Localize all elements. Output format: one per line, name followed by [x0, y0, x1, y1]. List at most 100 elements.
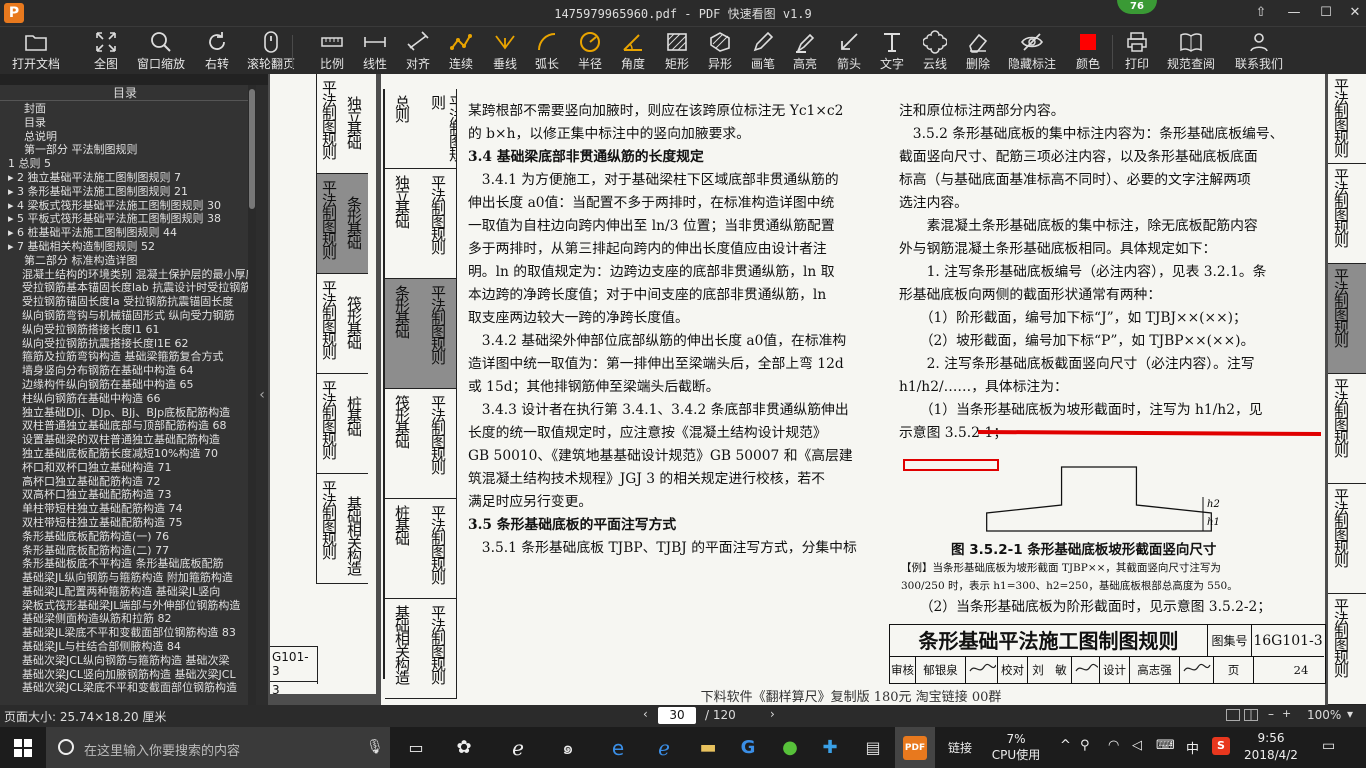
maximize-button[interactable]: ☐ — [1313, 3, 1339, 23]
folder-app-icon[interactable]: ▤ — [855, 727, 891, 768]
toc-item[interactable]: ▸ 3 条形基础平法施工图制图规则 21 — [0, 185, 248, 199]
cpu-usage-widget[interactable]: 7% CPU使用 — [985, 731, 1047, 763]
close-button[interactable]: ✕ — [1342, 3, 1366, 23]
tray-expand-icon[interactable]: ^ — [1060, 738, 1071, 753]
toc-item[interactable]: 纵向钢筋弯钩与机械锚固形式 纵向受力钢筋 — [0, 309, 248, 323]
toc-item[interactable]: 单柱带短柱独立基础配筋构造 74 — [0, 502, 248, 516]
toc-item[interactable]: 第二部分 标准构造详图 — [0, 254, 248, 268]
keyboard-icon[interactable]: ⌨ — [1156, 738, 1175, 753]
toc-item[interactable]: 基础梁侧面构造纵筋和拉筋 82 — [0, 612, 248, 626]
ie-icon[interactable]: ℯ — [646, 727, 682, 768]
zoom-in-button[interactable]: + — [1282, 707, 1291, 720]
toc-item[interactable]: ▸ 4 梁板式筏形基础平法施工图制图规则 30 — [0, 199, 248, 213]
minimize-button[interactable]: — — [1281, 3, 1307, 23]
toc-item[interactable]: 混凝土结构的环境类别 混凝土保护层的最小厚度 — [0, 268, 248, 282]
toolbar-button-21[interactable]: 删除 — [960, 27, 996, 75]
toolbar-button-13[interactable]: 角度 — [615, 27, 651, 75]
toc-item[interactable]: 基础梁JL纵向钢筋与箍筋构造 附加箍筋构造 — [0, 571, 248, 585]
toc-item[interactable]: 墙身竖向分布钢筋在基础中构造 64 — [0, 364, 248, 378]
toc-item[interactable]: 目录 — [0, 116, 248, 130]
toc-item[interactable]: 梁板式筏形基础梁JL端部与外伸部位钢筋构造 — [0, 599, 248, 613]
toc-item[interactable]: 独立基础DJj、DJp、BJj、BJp底板配筋构造 — [0, 406, 248, 420]
toolbar-button-22[interactable]: 隐藏标注 — [1005, 27, 1059, 75]
toolbar-button-23[interactable]: 颜色 — [1070, 27, 1106, 75]
toc-item[interactable]: 条形基础底板配筋构造(一) 76 — [0, 530, 248, 544]
toc-item[interactable]: 边缘构件纵向钢筋在基础中构造 65 — [0, 378, 248, 392]
toolbar-button-2[interactable]: 全图 — [86, 27, 126, 75]
toc-item[interactable]: ▸ 6 桩基础平法施工图制图规则 44 — [0, 226, 248, 240]
toc-item[interactable]: 基础次梁JCL梁底不平和变截面部位钢筋构造 — [0, 681, 248, 695]
double-page-view-icon[interactable] — [1244, 709, 1258, 721]
microphone-icon[interactable]: 🎙 — [366, 739, 384, 755]
toolbar-button-8[interactable]: 对齐 — [400, 27, 436, 75]
toc-scrollbar[interactable] — [248, 85, 256, 705]
single-page-view-icon[interactable] — [1226, 709, 1240, 721]
toolbar-button-17[interactable]: 高亮 — [787, 27, 823, 75]
toolbar-button-1[interactable]: 打开文档 — [10, 27, 62, 75]
toc-item[interactable]: 纵向受拉钢筋搭接长度l1 61 — [0, 323, 248, 337]
prev-page-button[interactable]: ‹ — [643, 707, 648, 721]
toc-scroll-thumb[interactable] — [249, 89, 255, 209]
spiral-app-icon[interactable]: ๑ — [550, 727, 586, 768]
toolbar-button-10[interactable]: 垂线 — [487, 27, 523, 75]
ie-browser-icon[interactable]: ℯ — [500, 727, 536, 768]
taskbar-search-box[interactable]: 在这里输入你要搜索的内容 🎙 — [46, 727, 390, 768]
network-icon[interactable]: ⚲ — [1080, 738, 1090, 753]
clock[interactable]: 9:56 2018/4/2 — [1240, 730, 1302, 764]
ime-indicator[interactable]: 中 — [1186, 738, 1199, 757]
toolbar-button-16[interactable]: 画笔 — [745, 27, 781, 75]
notification-center-icon[interactable]: ▭ — [1322, 738, 1335, 754]
toc-item[interactable]: 高杯口独立基础配筋构造 72 — [0, 475, 248, 489]
toc-item[interactable]: 封面 — [0, 102, 248, 116]
next-page-button[interactable]: › — [770, 707, 775, 721]
toc-item[interactable]: 基础梁JL梁底不平和变截面部位钢筋构造 83 — [0, 626, 248, 640]
toc-item[interactable]: 独立基础底板配筋长度减短10%构造 70 — [0, 447, 248, 461]
toc-item[interactable]: ▸ 7 基础相关构造制图规则 52 — [0, 240, 248, 254]
toc-item[interactable]: 双柱带短柱独立基础配筋构造 75 — [0, 516, 248, 530]
windows-start-icon[interactable] — [0, 727, 46, 768]
toolbar-button-6[interactable]: 比例 — [314, 27, 350, 75]
toolbar-button-9[interactable]: 连续 — [443, 27, 479, 75]
toolbar-button-25[interactable]: 规范查阅 — [1165, 27, 1217, 75]
file-explorer-icon[interactable]: ▬ — [690, 727, 726, 768]
toc-item[interactable]: 双柱普通独立基础底部与顶部配筋构造 68 — [0, 419, 248, 433]
zoom-level[interactable]: 100% — [1307, 708, 1341, 722]
toolbar-button-7[interactable]: 线性 — [357, 27, 393, 75]
toolbar-button-15[interactable]: 异形 — [702, 27, 738, 75]
fan-app-icon[interactable]: ✿ — [446, 727, 482, 768]
toc-item[interactable]: ▸ 5 平板式筏形基础平法施工图制图规则 38 — [0, 212, 248, 226]
toc-item[interactable]: 柱纵向钢筋在基础中构造 66 — [0, 392, 248, 406]
toc-item[interactable]: 基础次梁JCL纵向钢筋与箍筋构造 基础次梁 — [0, 654, 248, 668]
document-viewer[interactable]: 平法制图规则 独立基础 平法制图规则 条形基础 平法制图规则 筏形基础 平法制图规则 桩基础平… — [268, 74, 1366, 705]
toc-item[interactable]: ▸ 2 独立基础平法施工图制图规则 7 — [0, 171, 248, 185]
green-app-icon[interactable]: ● — [772, 727, 808, 768]
blue-app-icon[interactable]: ✚ — [812, 727, 848, 768]
red-rectangle-annotation[interactable] — [903, 459, 999, 471]
toolbar-button-18[interactable]: 箭头 — [831, 27, 867, 75]
toolbar-button-24[interactable]: 打印 — [1119, 27, 1155, 75]
edge-browser-icon[interactable]: e — [600, 727, 636, 768]
toolbar-button-11[interactable]: 弧长 — [529, 27, 565, 75]
toc-item[interactable]: 箍筋及拉筋弯钩构造 基础梁箍筋复合方式 — [0, 350, 248, 364]
toc-item[interactable]: 基础梁JL配置两种箍筋构造 基础梁JL竖向 — [0, 585, 248, 599]
toc-item[interactable]: 基础梁JL与柱结合部侧腋构造 84 — [0, 640, 248, 654]
toolbar-button-20[interactable]: 云线 — [917, 27, 953, 75]
toc-item[interactable]: 1 总则 5 — [0, 157, 248, 171]
sidebar-collapse-button[interactable]: ‹ — [256, 85, 268, 705]
toc-item[interactable]: 双高杯口独立基础配筋构造 73 — [0, 488, 248, 502]
toolbar-button-5[interactable]: 滚轮翻页 — [245, 27, 297, 75]
toc-item[interactable]: 第一部分 平法制图规则 — [0, 143, 248, 157]
toc-item[interactable]: 受拉钢筋锚固长度la 受拉钢筋抗震锚固长度 — [0, 295, 248, 309]
toolbar-button-19[interactable]: 文字 — [874, 27, 910, 75]
g-app-icon[interactable]: G — [730, 727, 766, 768]
toc-item[interactable]: 总说明 — [0, 130, 248, 144]
toolbar-button-3[interactable]: 窗口缩放 — [133, 27, 189, 75]
task-view-icon[interactable]: ▭ — [398, 727, 434, 768]
wifi-icon[interactable]: ◠ — [1108, 738, 1119, 753]
toc-item[interactable]: 杯口和双杯口独立基础构造 71 — [0, 461, 248, 475]
volume-icon[interactable]: ◁ — [1132, 738, 1142, 753]
link-toolbar-label[interactable]: 链接 — [948, 739, 972, 756]
toc-item[interactable]: 条形基础底板配筋构造(二) 77 — [0, 544, 248, 558]
zoom-out-button[interactable]: – — [1268, 707, 1274, 721]
toolbar-button-14[interactable]: 矩形 — [659, 27, 695, 75]
